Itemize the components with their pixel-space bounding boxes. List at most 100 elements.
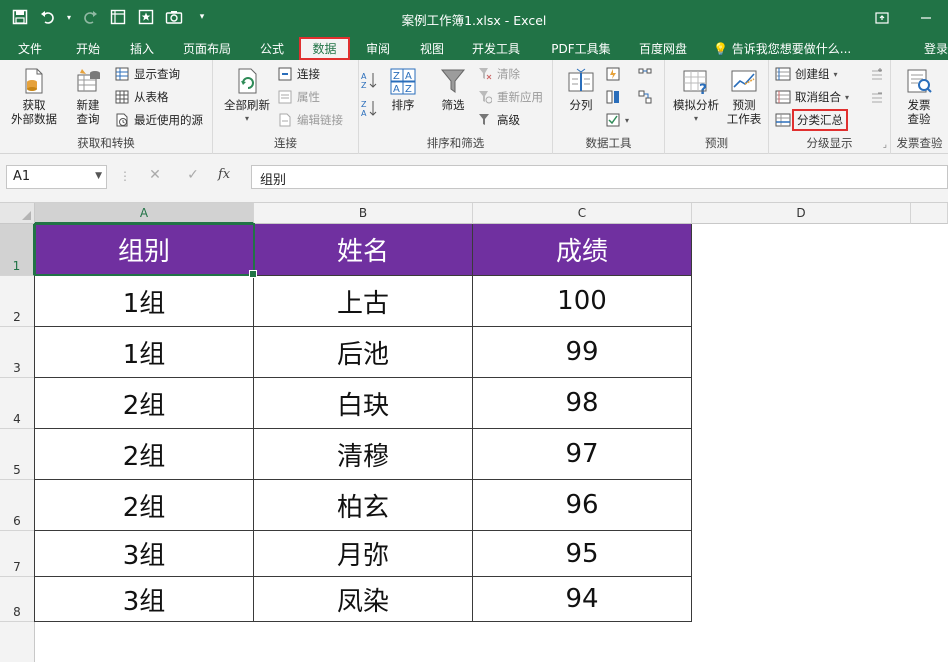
tell-me-text: 告诉我您想要做什么... (731, 42, 852, 56)
reapply-button[interactable]: 重新应用 (477, 87, 543, 107)
row-header-4[interactable]: 4 (0, 378, 35, 429)
what-if-analysis-button[interactable]: ? 模拟分析 ▾ (669, 66, 723, 126)
new-query-button[interactable]: 新建 查询 (68, 66, 108, 126)
worksheet-grid[interactable]: A B C D 1 2 3 4 5 6 7 8 组别 姓名 成绩 1组 上古 1… (0, 203, 948, 662)
ribbon-display-options-icon[interactable] (860, 0, 904, 35)
tab-home[interactable]: 开始 (66, 37, 110, 60)
insert-function-icon[interactable]: fx (218, 167, 230, 182)
formula-bar-grip-icon: ⋮ (119, 169, 131, 183)
tab-view[interactable]: 视图 (410, 37, 454, 60)
cell-b6[interactable]: 柏玄 (254, 480, 473, 531)
cell-c3[interactable]: 99 (473, 327, 692, 378)
from-table-button[interactable]: 从表格 (114, 87, 169, 107)
row-header-3[interactable]: 3 (0, 327, 35, 378)
sign-in-link[interactable]: 登录 (924, 40, 948, 57)
edit-links-button[interactable]: 编辑链接 (277, 110, 343, 130)
get-external-data-button[interactable]: 获取 外部数据 (2, 66, 66, 126)
column-header-c[interactable]: C (473, 203, 692, 224)
row-header-8[interactable]: 8 (0, 577, 35, 622)
properties-button[interactable]: 属性 (277, 87, 320, 107)
column-header-a[interactable]: A (35, 203, 254, 224)
name-box-dropdown-icon[interactable]: ▼ (95, 171, 102, 181)
invoice-check-button[interactable]: 发票 查验 (897, 66, 941, 126)
filter-label: 筛选 (441, 98, 465, 112)
tab-data[interactable]: 数据 (299, 37, 350, 60)
tab-baidu-netdisk[interactable]: 百度网盘 (630, 37, 696, 60)
row-header-6[interactable]: 6 (0, 480, 35, 531)
cell-c1[interactable]: 成绩 (473, 224, 692, 276)
sort-descending-button[interactable]: ZA (361, 98, 377, 118)
column-header-b[interactable]: B (254, 203, 473, 224)
cell-a6[interactable]: 2组 (35, 480, 254, 531)
confirm-entry-icon[interactable]: ✓ (182, 167, 204, 187)
flash-fill-button[interactable] (605, 64, 621, 84)
cell-a4[interactable]: 2组 (35, 378, 254, 429)
clear-filter-button[interactable]: 清除 (477, 64, 520, 84)
subtotal-button[interactable]: 分类汇总 (775, 109, 848, 131)
group-rows-button[interactable]: 创建组 ▾ (775, 64, 838, 84)
cell-b3[interactable]: 后池 (254, 327, 473, 378)
cancel-entry-icon[interactable]: ✕ (144, 167, 166, 187)
cell-b1[interactable]: 姓名 (254, 224, 473, 276)
cell-a7[interactable]: 3组 (35, 531, 254, 577)
tab-developer[interactable]: 开发工具 (464, 37, 528, 60)
data-validation-button[interactable]: ▾ (605, 110, 629, 130)
advanced-filter-icon (477, 112, 493, 128)
reapply-label: 重新应用 (497, 90, 543, 104)
show-queries-button[interactable]: 显示查询 (114, 64, 180, 84)
sort-ascending-button[interactable]: AZ (361, 70, 377, 90)
cell-b4[interactable]: 白玦 (254, 378, 473, 429)
tab-page-layout[interactable]: 页面布局 (176, 37, 238, 60)
cell-c7[interactable]: 95 (473, 531, 692, 577)
refresh-all-dropdown-icon: ▾ (244, 114, 249, 123)
select-all-button[interactable] (0, 203, 35, 224)
cell-c5[interactable]: 97 (473, 429, 692, 480)
cell-b2[interactable]: 上古 (254, 276, 473, 327)
column-header-partial[interactable] (911, 203, 948, 224)
refresh-all-button[interactable]: 全部刷新 ▾ (219, 66, 275, 126)
recent-sources-button[interactable]: 最近使用的源 (114, 110, 203, 130)
row-header-empty[interactable] (0, 622, 35, 662)
get-data-icon (19, 66, 49, 96)
consolidate-button[interactable] (637, 64, 653, 84)
cell-c6[interactable]: 96 (473, 480, 692, 531)
tab-insert[interactable]: 插入 (120, 37, 164, 60)
cell-a2[interactable]: 1组 (35, 276, 254, 327)
tab-review[interactable]: 审阅 (356, 37, 400, 60)
row-header-2[interactable]: 2 (0, 276, 35, 327)
text-to-columns-button[interactable]: 分列 (563, 66, 599, 112)
row-header-7[interactable]: 7 (0, 531, 35, 577)
cell-b8[interactable]: 凤染 (254, 577, 473, 622)
tab-formulas[interactable]: 公式 (250, 37, 294, 60)
column-header-d[interactable]: D (692, 203, 911, 224)
ungroup-button[interactable]: 取消组合 ▾ (775, 87, 849, 107)
cell-a3[interactable]: 1组 (35, 327, 254, 378)
sort-button[interactable]: ZAAZ 排序 (385, 66, 421, 112)
cell-a5[interactable]: 2组 (35, 429, 254, 480)
edit-links-label: 编辑链接 (297, 113, 343, 127)
minimize-icon[interactable] (904, 0, 948, 35)
cell-a1[interactable]: 组别 (35, 224, 254, 276)
outline-dialog-launcher-icon[interactable]: ⌟ (883, 140, 887, 150)
row-header-1[interactable]: 1 (0, 224, 35, 276)
advanced-filter-button[interactable]: 高级 (477, 110, 520, 130)
formula-input[interactable]: 组别 (251, 165, 948, 189)
forecast-sheet-button[interactable]: 预测 工作表 (723, 66, 765, 126)
name-box[interactable]: A1 ▼ (6, 165, 107, 189)
relationships-button[interactable] (637, 87, 653, 107)
cell-c8[interactable]: 94 (473, 577, 692, 622)
cell-c2[interactable]: 100 (473, 276, 692, 327)
tab-file[interactable]: 文件 (8, 37, 52, 60)
tell-me-search[interactable]: 💡 告诉我您想要做什么... (713, 40, 851, 57)
remove-duplicates-button[interactable] (605, 87, 621, 107)
hide-detail-button[interactable] (869, 87, 885, 107)
tab-pdf-tools[interactable]: PDF工具集 (542, 37, 620, 60)
cell-b5[interactable]: 清穆 (254, 429, 473, 480)
show-detail-button[interactable] (869, 64, 885, 84)
cell-b7[interactable]: 月弥 (254, 531, 473, 577)
filter-button[interactable]: 筛选 (433, 66, 473, 112)
cell-c4[interactable]: 98 (473, 378, 692, 429)
cell-a8[interactable]: 3组 (35, 577, 254, 622)
connections-button[interactable]: 连接 (277, 64, 320, 84)
row-header-5[interactable]: 5 (0, 429, 35, 480)
